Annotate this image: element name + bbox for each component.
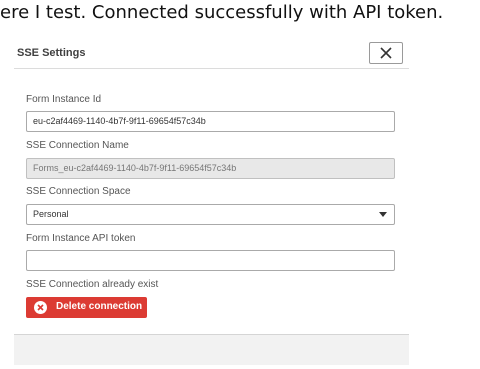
- connection-name-label: SSE Connection Name: [26, 140, 129, 151]
- api-token-input[interactable]: [26, 250, 395, 271]
- close-circle-icon: [34, 301, 47, 314]
- api-token-label: Form Instance API token: [26, 233, 136, 244]
- connection-name-input: Forms_eu-c2af4469-1140-4b7f-9f11-69654f5…: [26, 158, 395, 179]
- dialog-header: SSE Settings: [14, 41, 409, 69]
- dialog-footer: [14, 334, 409, 365]
- caption-text: ere I test. Connected successfully with …: [0, 2, 444, 23]
- connection-space-label: SSE Connection Space: [26, 186, 131, 197]
- delete-connection-label: Delete connection: [56, 301, 143, 312]
- instance-id-label: Form Instance Id: [26, 94, 102, 105]
- connection-status-label: SSE Connection already exist: [26, 279, 159, 290]
- connection-name-value: Forms_eu-c2af4469-1140-4b7f-9f11-69654f5…: [33, 163, 237, 173]
- close-icon: [380, 47, 392, 59]
- close-button[interactable]: [369, 42, 403, 64]
- instance-id-input[interactable]: eu-c2af4469-1140-4b7f-9f11-69654f57c34b: [26, 111, 395, 132]
- connection-space-select[interactable]: Personal: [26, 204, 395, 225]
- instance-id-value: eu-c2af4469-1140-4b7f-9f11-69654f57c34b: [33, 116, 206, 126]
- connection-space-value: Personal: [33, 209, 69, 219]
- sse-settings-dialog: SSE Settings Form Instance Id eu-c2af446…: [14, 41, 409, 365]
- chevron-down-icon: [379, 212, 387, 217]
- delete-connection-button[interactable]: Delete connection: [26, 297, 147, 318]
- dialog-title: SSE Settings: [17, 47, 86, 59]
